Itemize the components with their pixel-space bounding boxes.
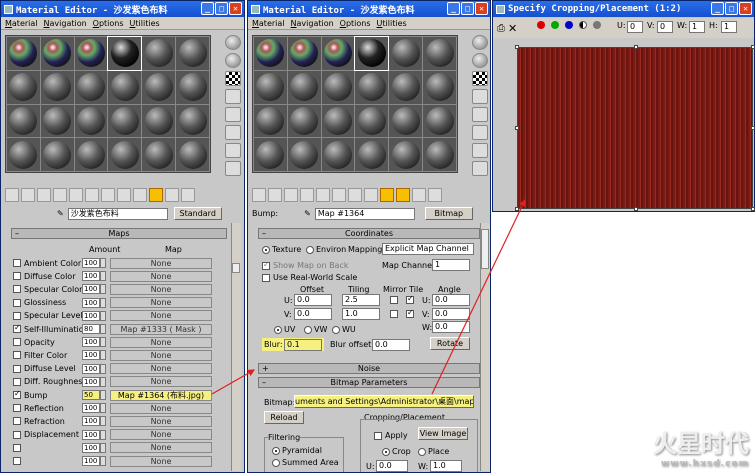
arrow-bump-to-bitmap bbox=[211, 369, 256, 395]
watermark-url: www.hxsd.com bbox=[660, 459, 749, 469]
watermark: 火星时代 www.hxsd.com bbox=[653, 424, 749, 469]
arrow-path-to-crop bbox=[431, 198, 526, 395]
annotation-arrows bbox=[211, 198, 526, 395]
watermark-cn: 火星时代 bbox=[653, 430, 749, 458]
